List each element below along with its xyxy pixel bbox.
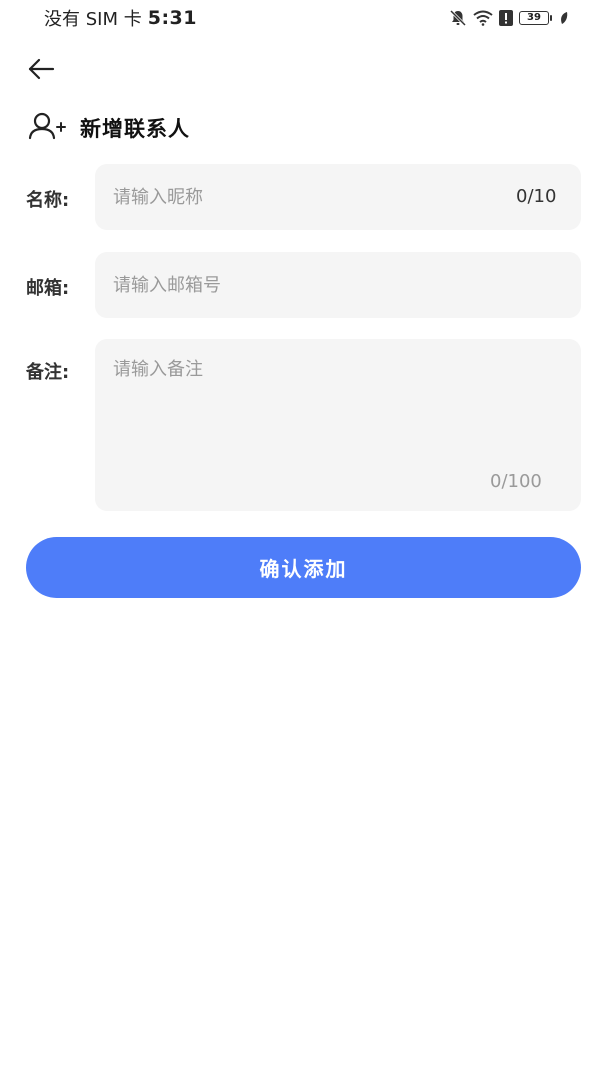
carrier-text: 没有 SIM 卡	[44, 9, 142, 30]
bell-off-icon	[449, 9, 467, 27]
status-time: 5:31	[147, 7, 197, 29]
arrow-left-icon	[27, 58, 55, 84]
email-field-container	[95, 252, 581, 318]
name-input[interactable]	[95, 164, 581, 230]
status-icons: 39	[449, 9, 569, 27]
status-left: 没有 SIM 卡 5:31	[44, 5, 197, 31]
email-label: 邮箱:	[26, 278, 70, 299]
status-bar: 没有 SIM 卡 5:31 39	[0, 0, 607, 36]
note-label: 备注:	[26, 362, 70, 383]
confirm-add-button[interactable]: 确认添加	[26, 537, 581, 598]
page-header: 新增联系人	[28, 112, 190, 144]
alert-icon	[499, 10, 513, 26]
battery-icon: 39	[519, 11, 552, 25]
add-user-icon	[28, 112, 66, 144]
page-title: 新增联系人	[80, 117, 190, 141]
wifi-icon	[473, 10, 493, 26]
email-input[interactable]	[95, 252, 581, 318]
note-counter: 0/100	[490, 471, 542, 492]
name-field-container	[95, 164, 581, 230]
name-label: 名称:	[26, 190, 70, 211]
back-button[interactable]	[24, 56, 58, 86]
leaf-icon	[559, 11, 569, 25]
name-counter: 0/10	[516, 186, 557, 207]
